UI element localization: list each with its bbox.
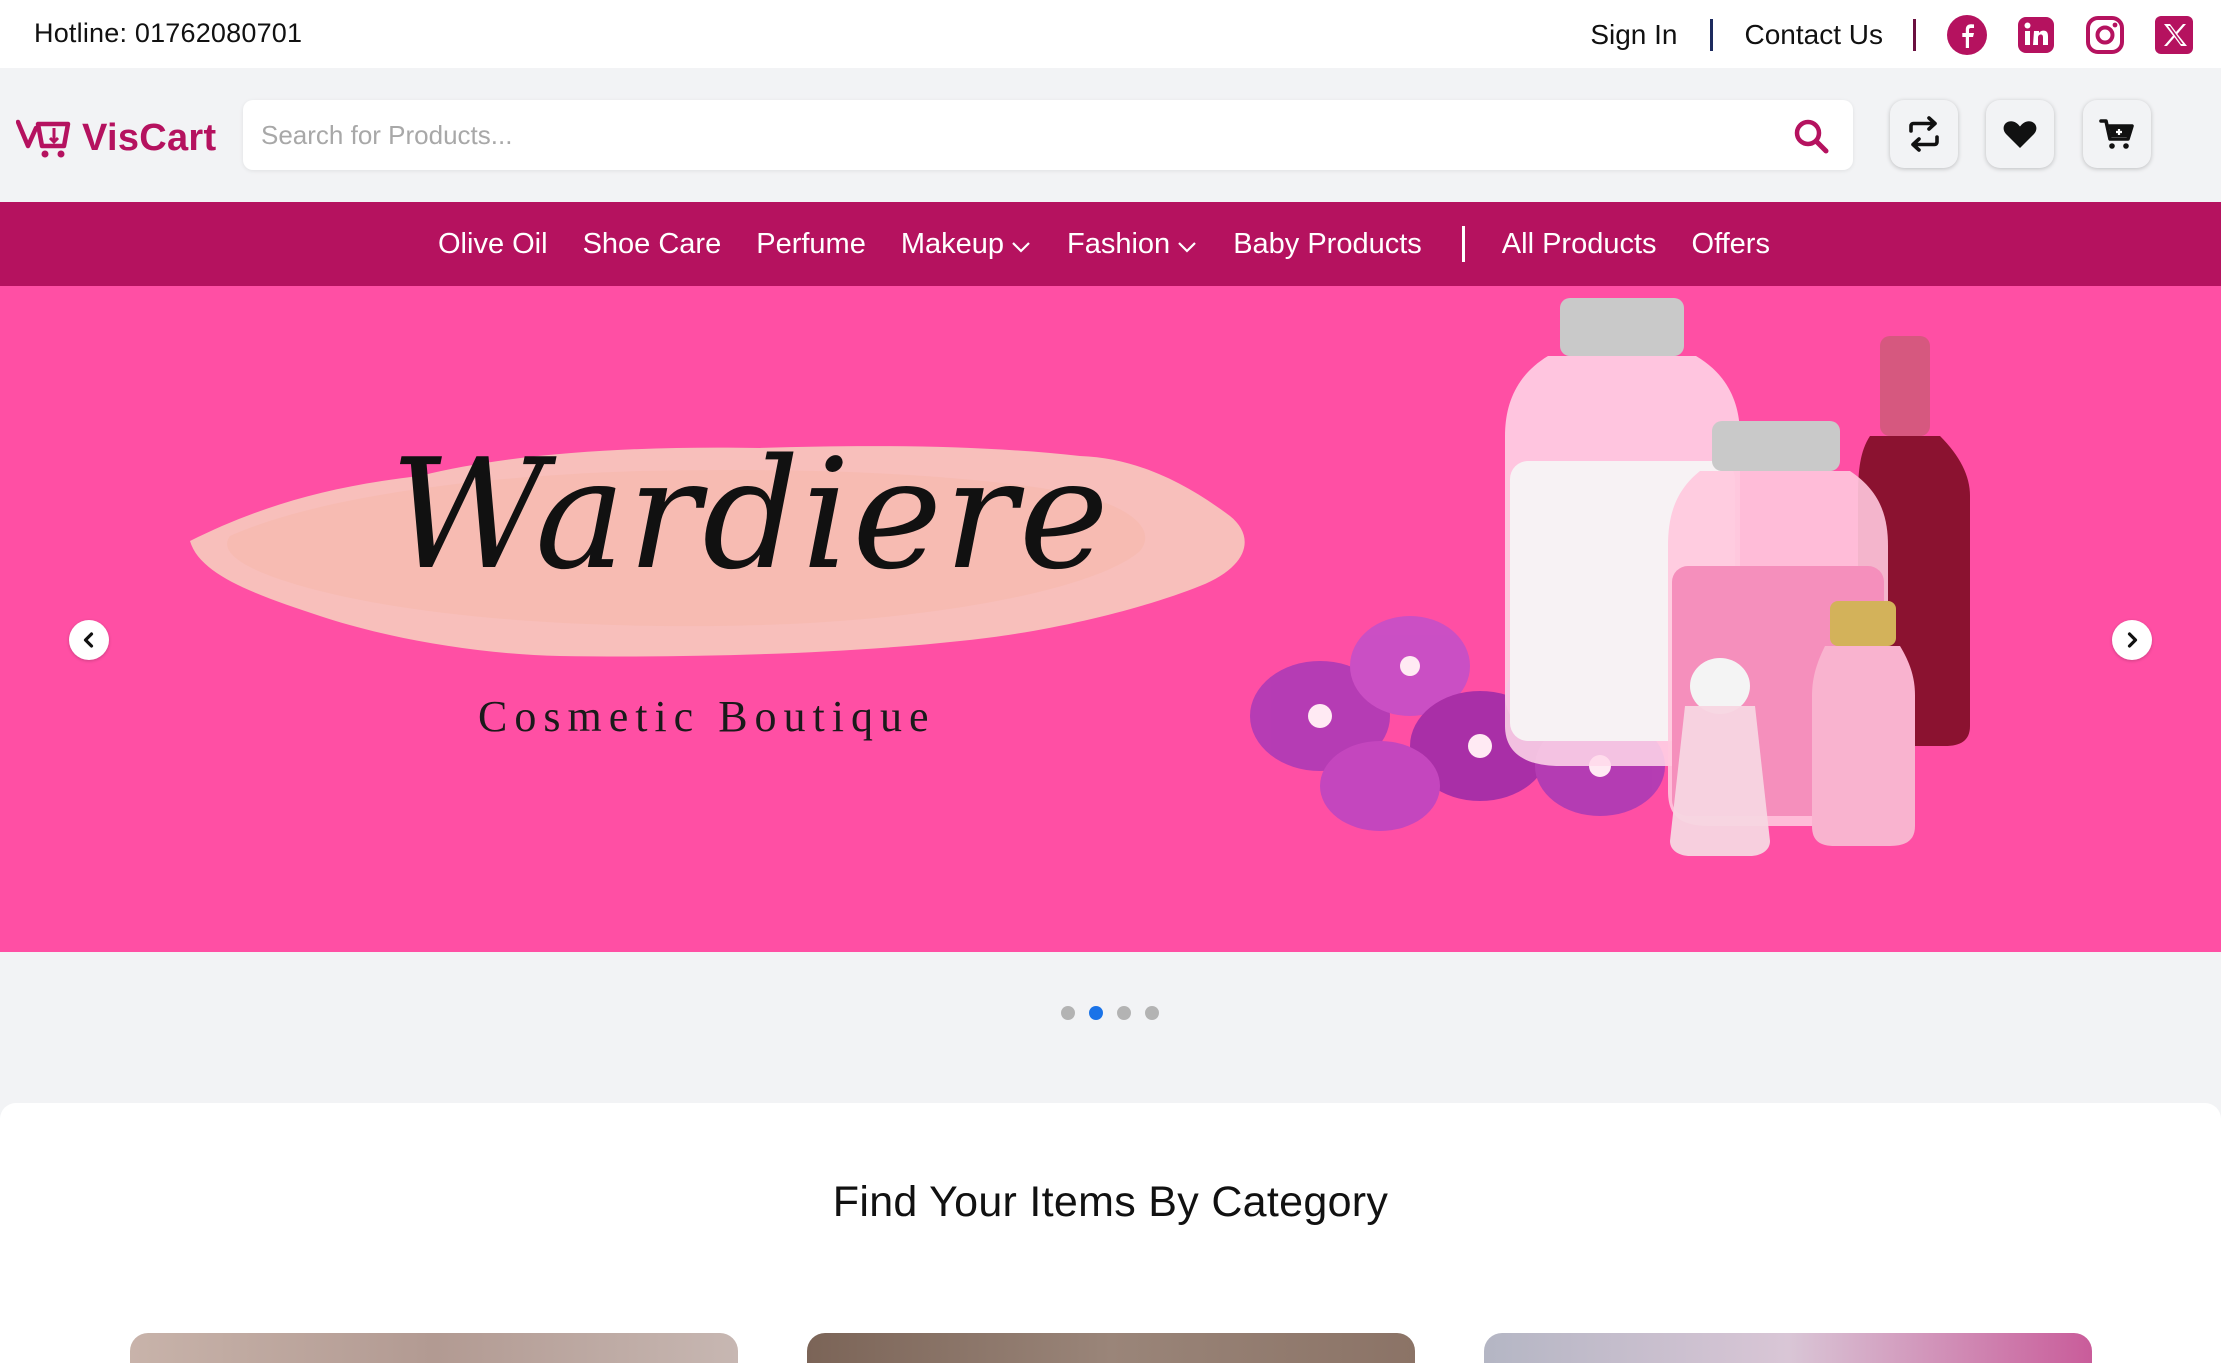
nav-item-label: Shoe Care	[582, 227, 722, 260]
chevron-left-icon	[83, 632, 94, 648]
nav-item-olive-oil[interactable]: Olive Oil	[438, 228, 548, 261]
logo-text: VisCart	[82, 116, 217, 159]
cart-icon	[2099, 119, 2134, 149]
search-bar	[243, 100, 1853, 170]
nav-item-label: Baby Products	[1233, 227, 1422, 260]
nav-items: Olive Oil Shoe Care Perfume Makeup Fashion Ba…	[438, 202, 1805, 286]
sign-in-link[interactable]: Sign In	[1590, 19, 1677, 51]
x-icon[interactable]	[2153, 14, 2195, 56]
nav-item-baby-products[interactable]: Baby Products	[1233, 228, 1422, 261]
social-links	[1946, 14, 2195, 56]
nav-item-makeup[interactable]: Makeup	[901, 228, 1032, 261]
nav-divider	[1461, 226, 1465, 262]
nav-item-label: Offers	[1691, 227, 1770, 260]
divider	[1913, 19, 1916, 51]
main-nav: Olive Oil Shoe Care Perfume Makeup Fashion Ba…	[0, 202, 2221, 286]
category-card[interactable]	[1484, 1333, 2092, 1363]
carousel-dots	[1061, 1006, 1159, 1020]
slide-subtitle: Cosmetic Boutique	[478, 692, 936, 741]
chevron-right-icon	[2127, 632, 2138, 648]
hotline-text: Hotline: 01762080701	[34, 18, 303, 48]
hero-slider: Wardiere Cosmetic Boutique	[0, 286, 2221, 952]
search-input[interactable]	[243, 100, 1763, 170]
nav-item-offers[interactable]: Offers	[1692, 228, 1770, 261]
linkedin-icon[interactable]	[2015, 14, 2057, 56]
nav-item-shoe-care[interactable]: Shoe Care	[583, 228, 722, 261]
wishlist-button[interactable]	[1986, 100, 2054, 168]
instagram-icon[interactable]	[2084, 14, 2126, 56]
nav-item-label: Fashion	[1067, 227, 1171, 260]
divider	[1709, 19, 1713, 51]
category-card[interactable]	[130, 1333, 738, 1363]
category-section-title: Find Your Items By Category	[832, 1178, 1389, 1226]
nav-item-all-products[interactable]: All Products	[1502, 228, 1657, 261]
hero-artwork	[190, 298, 1970, 856]
carousel-dot[interactable]	[1145, 1006, 1159, 1020]
chevron-down-icon	[1178, 242, 1196, 253]
cart-logo-icon	[16, 119, 71, 158]
nav-item-label: Makeup	[900, 227, 1005, 260]
compare-button[interactable]	[1890, 100, 1958, 168]
cart-button[interactable]	[2083, 100, 2151, 168]
facebook-icon[interactable]	[1946, 14, 1988, 56]
logo[interactable]: VisCart	[16, 114, 216, 162]
wishlist-heart-icon	[2003, 121, 2037, 148]
category-card[interactable]	[807, 1333, 1415, 1363]
next-slide-button[interactable]	[2112, 620, 2152, 660]
category-section: Find Your Items By Category	[0, 1103, 2221, 1363]
search-icon[interactable]	[1791, 116, 1831, 156]
carousel-dot[interactable]	[1117, 1006, 1131, 1020]
slide-title: Wardiere	[390, 426, 1111, 603]
contact-us-link[interactable]: Contact Us	[1745, 19, 1884, 51]
carousel-dot[interactable]	[1061, 1006, 1075, 1020]
carousel-dot[interactable]	[1089, 1006, 1103, 1020]
nav-item-label: Perfume	[756, 227, 866, 260]
top-bar: Hotline: 01762080701 Sign In Contact Us	[0, 0, 2221, 68]
compare-icon	[1909, 116, 1939, 152]
site-header: VisCart	[0, 68, 2221, 202]
nav-item-label: Olive Oil	[438, 227, 548, 260]
chevron-down-icon	[1012, 242, 1030, 253]
prev-slide-button[interactable]	[69, 620, 109, 660]
nav-item-label: All Products	[1501, 227, 1657, 260]
nav-item-fashion[interactable]: Fashion	[1067, 228, 1198, 261]
top-links: Sign In Contact Us	[1590, 10, 2195, 60]
nav-item-perfume[interactable]: Perfume	[756, 228, 866, 261]
